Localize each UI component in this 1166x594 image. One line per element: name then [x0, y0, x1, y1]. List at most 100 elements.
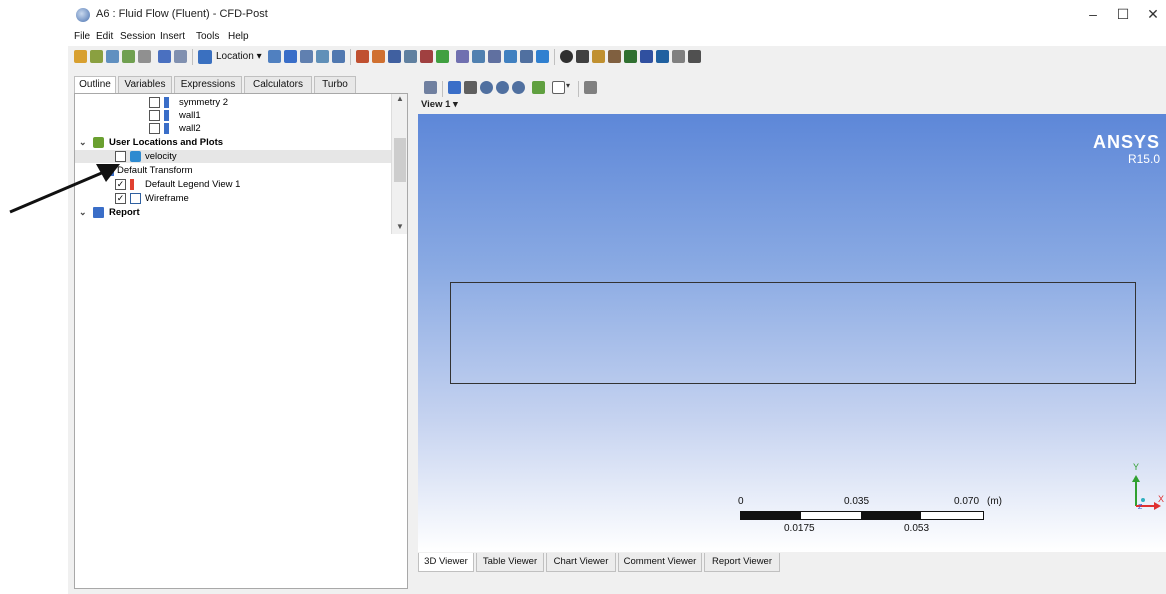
view-dropdown[interactable]: View 1 ▾	[421, 99, 458, 110]
close-results-icon[interactable]	[122, 50, 135, 63]
tree-group-label: Report	[109, 207, 140, 218]
maximize-button[interactable]: ☐	[1110, 4, 1136, 24]
text-icon[interactable]	[356, 50, 369, 63]
highlight-icon[interactable]	[532, 81, 545, 94]
tab-calculators[interactable]: Calculators	[244, 76, 312, 93]
redo-icon[interactable]	[174, 50, 187, 63]
chevron-down-icon[interactable]: ▾	[566, 81, 570, 90]
instance-transform-icon[interactable]	[404, 50, 417, 63]
variable-icon[interactable]	[456, 50, 469, 63]
clip-plane-icon[interactable]	[372, 50, 385, 63]
coord-frame-icon[interactable]	[436, 50, 449, 63]
save-state-icon[interactable]	[90, 50, 103, 63]
tree-item-default-transform[interactable]: Default Transform	[75, 164, 385, 177]
brand-name: ANSYS	[1092, 132, 1160, 152]
function-calculator-icon[interactable]	[624, 50, 637, 63]
macro-calculator-icon[interactable]	[640, 50, 653, 63]
expression-icon[interactable]	[472, 50, 485, 63]
tree-item-velocity[interactable]: velocity	[75, 150, 391, 163]
toolbar-separator	[578, 81, 579, 97]
visibility-checkbox[interactable]	[115, 151, 126, 162]
scroll-thumb[interactable]	[394, 138, 406, 182]
visibility-checkbox-checked[interactable]: ✓	[115, 193, 126, 204]
menu-help[interactable]: Help	[228, 31, 249, 42]
load-state-icon[interactable]	[74, 50, 87, 63]
tab-outline[interactable]: Outline	[74, 76, 116, 94]
chevron-down-icon[interactable]: ⌄	[79, 206, 89, 219]
tree-item-default-legend[interactable]: ✓ Default Legend View 1	[75, 178, 385, 191]
animation-icon[interactable]	[576, 50, 589, 63]
scroll-down-icon[interactable]: ▼	[392, 222, 408, 231]
vector-icon[interactable]	[268, 50, 281, 63]
3d-viewport[interactable]: ANSYS R15.0 0 0.035 0.070 (m) 0.0175 0.0…	[418, 114, 1166, 552]
scale-label-0: 0	[738, 496, 744, 507]
tab-comment-viewer[interactable]: Comment Viewer	[618, 553, 702, 572]
tab-chart-viewer[interactable]: Chart Viewer	[546, 553, 616, 572]
command-editor-icon[interactable]	[688, 50, 701, 63]
menu-edit[interactable]: Edit	[96, 31, 113, 42]
case-comparison-icon[interactable]	[672, 50, 685, 63]
comment-icon[interactable]	[520, 50, 533, 63]
load-results-icon[interactable]	[106, 50, 119, 63]
zoom-fit-icon[interactable]	[512, 81, 525, 94]
tab-3d-viewer[interactable]: 3D Viewer	[418, 553, 474, 572]
tab-expressions[interactable]: Expressions	[174, 76, 242, 93]
viewer-toolbar: ▾	[416, 78, 1166, 98]
probe-icon[interactable]	[608, 50, 621, 63]
tree-item-symmetry-2[interactable]: symmetry 2	[75, 96, 385, 109]
tree-item-wireframe[interactable]: ✓ Wireframe	[75, 192, 385, 205]
legend-icon[interactable]	[388, 50, 401, 63]
tree-item-wall2[interactable]: wall2	[75, 122, 385, 135]
contour-icon[interactable]	[284, 50, 297, 63]
timestep-icon[interactable]	[560, 50, 573, 63]
minimize-button[interactable]: –	[1080, 4, 1106, 24]
figure-icon[interactable]	[536, 50, 549, 63]
visibility-checkbox-checked[interactable]: ✓	[115, 179, 126, 190]
visibility-checkbox[interactable]	[149, 110, 160, 121]
tree-scrollbar[interactable]: ▲ ▼	[391, 94, 407, 234]
menu-file[interactable]: File	[74, 31, 90, 42]
menu-tools[interactable]: Tools	[196, 31, 219, 42]
table-icon[interactable]	[488, 50, 501, 63]
print-icon[interactable]	[138, 50, 151, 63]
select-icon[interactable]	[424, 81, 437, 94]
tree-item-label: Wireframe	[145, 193, 189, 204]
volume-rendering-icon[interactable]	[332, 50, 345, 63]
toolbar-separator	[554, 49, 555, 65]
scale-bar-track	[740, 511, 984, 520]
menu-insert[interactable]: Insert	[160, 31, 185, 42]
tab-turbo[interactable]: Turbo	[314, 76, 356, 93]
zoom-icon[interactable]	[480, 81, 493, 94]
scale-bar: 0 0.035 0.070 (m) 0.0175 0.053	[672, 496, 1008, 536]
scroll-up-icon[interactable]: ▲	[392, 94, 408, 103]
menu-session[interactable]: Session	[120, 31, 156, 42]
quick-editor-icon[interactable]	[592, 50, 605, 63]
tab-report-viewer[interactable]: Report Viewer	[704, 553, 780, 572]
mesh-calculator-icon[interactable]	[656, 50, 669, 63]
tab-variables[interactable]: Variables	[118, 76, 172, 93]
streamline-icon[interactable]	[300, 50, 313, 63]
particle-track-icon[interactable]	[316, 50, 329, 63]
tree-group-user-locations[interactable]: ⌄ User Locations and Plots	[75, 136, 385, 149]
chevron-down-icon[interactable]: ⌄	[79, 136, 89, 149]
tab-table-viewer[interactable]: Table Viewer	[476, 553, 544, 572]
pan-icon[interactable]	[464, 81, 477, 94]
viewport-layout-icon[interactable]	[552, 81, 565, 94]
tree-group-report[interactable]: ⌄ Report	[75, 206, 385, 219]
zoom-box-icon[interactable]	[496, 81, 509, 94]
tree-item-wall1[interactable]: wall1	[75, 109, 385, 122]
help-icon[interactable]	[584, 81, 597, 94]
color-map-icon[interactable]	[420, 50, 433, 63]
scale-label-0-035: 0.035	[844, 496, 870, 507]
location-dropdown[interactable]: Location ▾	[198, 49, 262, 65]
visibility-checkbox[interactable]	[149, 123, 160, 134]
chart-icon[interactable]	[504, 50, 517, 63]
undo-icon[interactable]	[158, 50, 171, 63]
close-button[interactable]: ✕	[1140, 4, 1166, 24]
toolbar-separator	[442, 81, 443, 97]
title-bar: A6 : Fluid Flow (Fluent) - CFD-Post – ☐ …	[68, 0, 1166, 30]
visibility-checkbox[interactable]	[149, 97, 160, 108]
legend-icon	[130, 179, 141, 190]
tree-group-label: User Locations and Plots	[109, 137, 224, 148]
rotate-icon[interactable]	[448, 81, 461, 94]
